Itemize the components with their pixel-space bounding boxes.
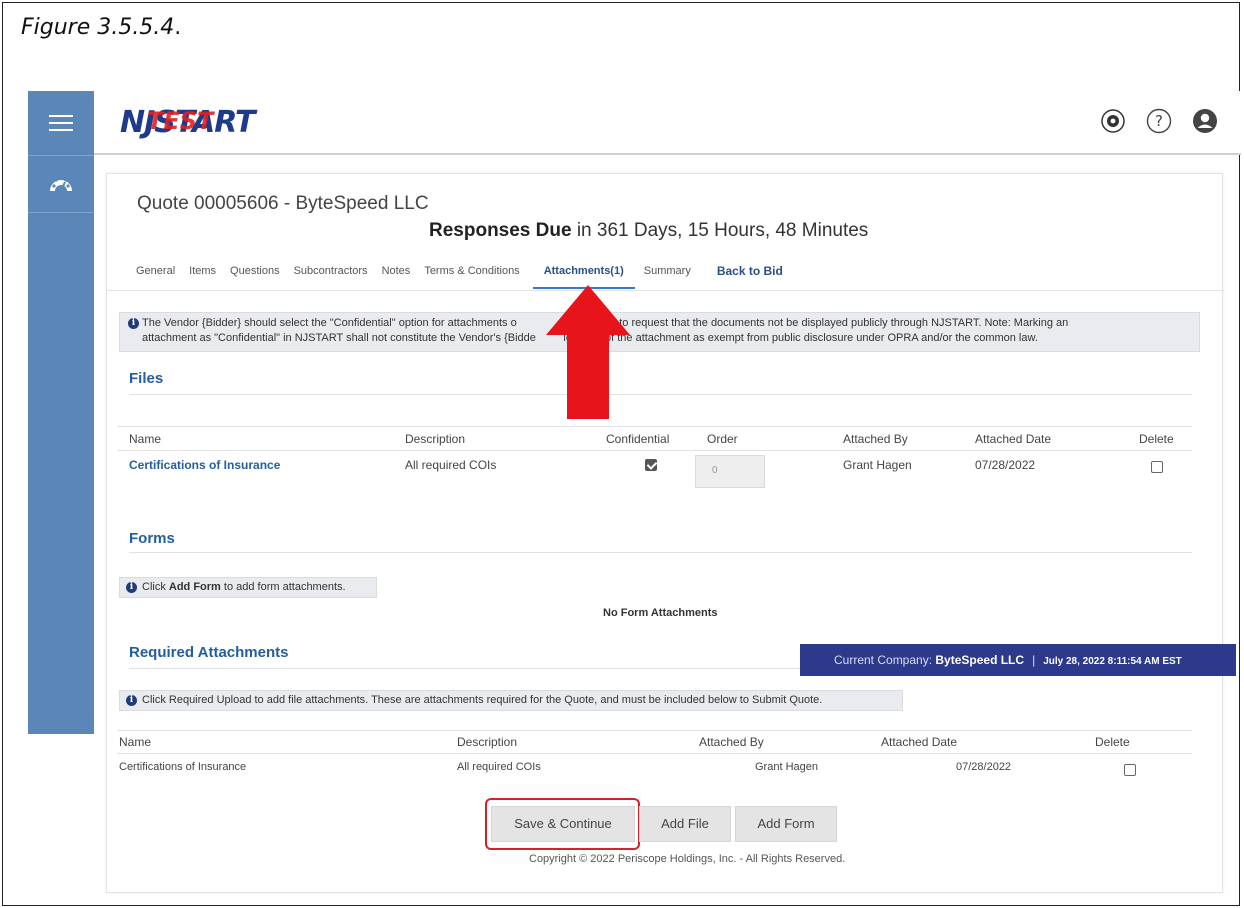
- svg-text:?: ?: [1155, 112, 1163, 130]
- quote-title: Quote 00005606 - ByteSpeed LLC: [137, 193, 429, 214]
- back-to-bid-link[interactable]: Back to Bid: [710, 264, 790, 290]
- required-col-attached-by: Attached By: [699, 735, 764, 749]
- file-attached-by: Grant Hagen: [843, 458, 912, 472]
- required-col-description: Description: [457, 735, 518, 749]
- tab-notes[interactable]: Notes: [375, 264, 418, 290]
- files-col-description: Description: [405, 432, 466, 446]
- required-name: Certifications of Insurance: [119, 761, 247, 773]
- tab-terms[interactable]: Terms & Conditions: [417, 264, 526, 290]
- file-delete-checkbox[interactable]: [1151, 461, 1163, 473]
- tab-bar: General Items Questions Subcontractors N…: [129, 264, 790, 290]
- add-form-button[interactable]: Add Form: [735, 806, 837, 842]
- main-panel: Quote 00005606 - ByteSpeed LLC Responses…: [106, 173, 1224, 893]
- tab-questions[interactable]: Questions: [223, 264, 287, 290]
- required-col-attached-date: Attached Date: [881, 735, 958, 749]
- file-description: All required COIs: [405, 458, 497, 472]
- tab-subcontractors[interactable]: Subcontractors: [287, 264, 375, 290]
- figure-caption: Figure 3.5.5.4.: [21, 15, 182, 40]
- save-continue-button[interactable]: Save & Continue: [491, 806, 635, 842]
- files-col-confidential: Confidential: [606, 432, 670, 446]
- user-icon[interactable]: [1191, 107, 1219, 135]
- current-company-bar: Current Company: ByteSpeed LLC | July 28, …: [800, 644, 1236, 676]
- required-description: All required COIs: [457, 761, 541, 773]
- top-bar: NJSTART TEST ?: [94, 91, 1241, 155]
- forms-hint: i Click Add Form to add form attachments…: [119, 577, 377, 598]
- files-col-attached-date: Attached Date: [975, 432, 1052, 446]
- dashboard-button[interactable]: [28, 155, 94, 213]
- required-col-name: Name: [119, 735, 152, 749]
- required-hint: i Click Required Upload to add file atta…: [119, 690, 903, 711]
- files-table-top: [117, 426, 1192, 427]
- file-name-link[interactable]: Certifications of Insurance: [129, 458, 280, 472]
- confidential-notice: i The Vendor {Bidder} should select the …: [119, 312, 1200, 352]
- required-attached-by: Grant Hagen: [755, 761, 818, 773]
- file-attached-date: 07/28/2022: [975, 458, 1036, 472]
- no-form-attachments: No Form Attachments: [603, 607, 718, 619]
- red-arrow-annotation: [546, 285, 630, 419]
- info-icon: i: [128, 318, 139, 329]
- copyright: Copyright © 2022 Periscope Holdings, Inc…: [529, 853, 846, 865]
- tab-general[interactable]: General: [129, 264, 182, 290]
- files-col-delete: Delete: [1139, 432, 1174, 446]
- forms-divider: [129, 552, 1192, 553]
- required-attached-date: 07/28/2022: [956, 761, 1012, 773]
- sidebar: [28, 91, 94, 734]
- files-col-name: Name: [129, 432, 162, 446]
- required-delete-checkbox[interactable]: [1124, 764, 1136, 776]
- responses-due: Responses Due in 361 Days, 15 Hours, 48 …: [429, 220, 869, 241]
- menu-button[interactable]: [28, 91, 94, 155]
- dashboard-icon: [50, 176, 72, 192]
- files-header-line: [117, 450, 1192, 451]
- add-file-button[interactable]: Add File: [639, 806, 731, 842]
- files-col-attached-by: Attached By: [843, 432, 908, 446]
- order-input[interactable]: 0: [695, 455, 765, 488]
- logo-test-overlay: TEST: [147, 107, 214, 135]
- files-heading: Files: [129, 370, 164, 387]
- hamburger-icon: [49, 115, 73, 131]
- tab-items[interactable]: Items: [182, 264, 223, 290]
- files-divider: [129, 394, 1192, 395]
- required-table-top: [117, 730, 1192, 731]
- required-attachments-heading: Required Attachments: [129, 644, 289, 661]
- info-icon: i: [126, 582, 137, 593]
- njstart-logo[interactable]: NJSTART TEST: [120, 105, 255, 140]
- gear-icon[interactable]: [1099, 107, 1127, 135]
- files-col-order: Order: [707, 432, 738, 446]
- info-icon: i: [126, 695, 137, 706]
- required-col-delete: Delete: [1095, 735, 1130, 749]
- confidential-checkbox[interactable]: [645, 459, 657, 471]
- forms-heading: Forms: [129, 530, 175, 547]
- tab-divider: [107, 290, 1224, 291]
- required-header-line: [117, 753, 1192, 754]
- figure-frame: Figure 3.5.5.4. NJSTART TEST ? Quote 000…: [2, 2, 1241, 906]
- help-icon[interactable]: ?: [1145, 107, 1173, 135]
- tab-summary[interactable]: Summary: [637, 264, 698, 290]
